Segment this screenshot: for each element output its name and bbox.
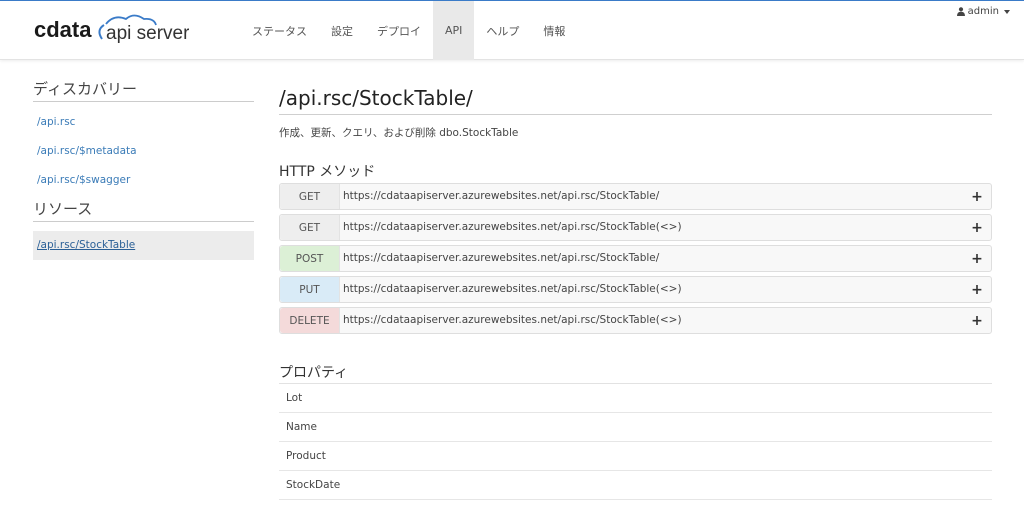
- sidebar-link-stocktable[interactable]: /api.rsc/StockTable: [33, 231, 254, 260]
- resources-heading: リソース: [33, 198, 254, 222]
- sidebar-link-metadata[interactable]: /api.rsc/$metadata: [33, 137, 254, 166]
- logo-cdata-text: cdata: [34, 17, 92, 42]
- discovery-heading: ディスカバリー: [33, 78, 254, 102]
- methods-heading: HTTP メソッド: [279, 164, 376, 180]
- expand-plus-icon[interactable]: +: [963, 251, 991, 267]
- expand-plus-icon[interactable]: +: [963, 282, 991, 298]
- main-content: /api.rsc/StockTable/ 作成、更新、クエリ、および削除 dbo…: [279, 86, 992, 500]
- caret-down-icon: [1004, 9, 1010, 14]
- method-row-get-collection[interactable]: GET https://cdataapiserver.azurewebsites…: [279, 183, 992, 210]
- expand-plus-icon[interactable]: +: [963, 220, 991, 236]
- user-icon: [956, 7, 965, 16]
- sidebar-link-swagger[interactable]: /api.rsc/$swagger: [33, 166, 254, 195]
- method-url: https://cdataapiserver.azurewebsites.net…: [340, 277, 963, 302]
- nav-settings[interactable]: 設定: [319, 1, 365, 60]
- method-url: https://cdataapiserver.azurewebsites.net…: [340, 215, 963, 240]
- property-row: Lot: [279, 384, 992, 413]
- method-badge-get: GET: [280, 184, 340, 209]
- method-badge-post: POST: [280, 246, 340, 271]
- main-nav: ステータス 設定 デプロイ API ヘルプ 情報: [240, 1, 577, 60]
- properties-heading: プロパティ: [279, 362, 992, 384]
- method-row-get-entity[interactable]: GET https://cdataapiserver.azurewebsites…: [279, 214, 992, 241]
- user-name: admin: [967, 6, 999, 17]
- method-url: https://cdataapiserver.azurewebsites.net…: [340, 246, 963, 271]
- method-url: https://cdataapiserver.azurewebsites.net…: [340, 184, 963, 209]
- logo-mark: cdata api server: [34, 14, 189, 44]
- methods-list: GET https://cdataapiserver.azurewebsites…: [279, 183, 992, 334]
- sidebar-link-api-rsc[interactable]: /api.rsc: [33, 108, 254, 137]
- expand-plus-icon[interactable]: +: [963, 313, 991, 329]
- nav-status[interactable]: ステータス: [240, 1, 319, 60]
- property-row: StockDate: [279, 471, 992, 500]
- page-title: /api.rsc/StockTable/: [279, 86, 992, 115]
- nav-api[interactable]: API: [433, 1, 475, 60]
- method-badge-put: PUT: [280, 277, 340, 302]
- method-row-post[interactable]: POST https://cdataapiserver.azurewebsite…: [279, 245, 992, 272]
- top-navbar: cdata api server ステータス 設定 デプロイ API ヘルプ 情…: [0, 0, 1024, 60]
- nav-deploy[interactable]: デプロイ: [365, 1, 433, 60]
- nav-help[interactable]: ヘルプ: [474, 1, 531, 60]
- method-row-delete[interactable]: DELETE https://cdataapiserver.azurewebsi…: [279, 307, 992, 334]
- method-badge-delete: DELETE: [280, 308, 340, 333]
- nav-info[interactable]: 情報: [531, 1, 577, 60]
- property-row: Product: [279, 442, 992, 471]
- method-url: https://cdataapiserver.azurewebsites.net…: [340, 308, 963, 333]
- method-row-put[interactable]: PUT https://cdataapiserver.azurewebsites…: [279, 276, 992, 303]
- resource-description: 作成、更新、クエリ、および削除 dbo.StockTable: [279, 127, 519, 139]
- expand-plus-icon[interactable]: +: [963, 189, 991, 205]
- cdata-logo[interactable]: cdata api server: [34, 13, 189, 47]
- method-badge-get: GET: [280, 215, 340, 240]
- sidebar: ディスカバリー /api.rsc /api.rsc/$metadata /api…: [33, 78, 254, 260]
- user-menu[interactable]: admin: [956, 6, 1010, 17]
- property-row: Name: [279, 413, 992, 442]
- logo-product-text: api server: [106, 23, 189, 44]
